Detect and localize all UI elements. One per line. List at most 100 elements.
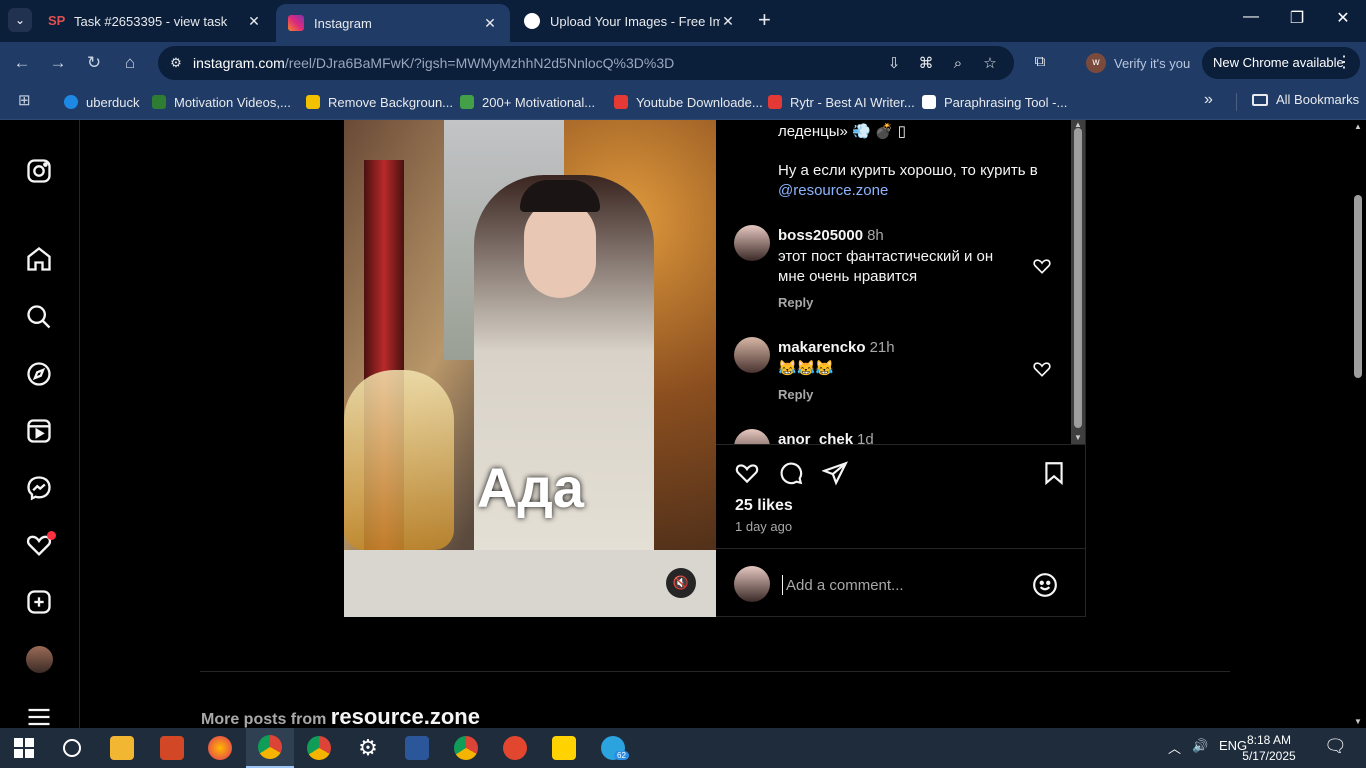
page-scrollbar[interactable]: ▲ ▼ [1350, 120, 1366, 728]
bookmark-favicon-icon [460, 95, 474, 109]
more-menu-icon[interactable] [25, 703, 53, 728]
volume-icon[interactable]: 🔊 [1192, 738, 1208, 754]
extensions-icon[interactable]: ⧉ [1030, 52, 1050, 72]
install-app-icon[interactable]: ⇩ [884, 54, 904, 74]
share-paper-plane-icon[interactable] [820, 460, 848, 486]
save-bookmark-icon[interactable] [1041, 460, 1067, 486]
file-explorer-icon[interactable] [98, 728, 146, 768]
like-heart-icon[interactable] [734, 460, 760, 486]
comments-scrollbar[interactable]: ▲ ▼ [1071, 120, 1085, 444]
bookmark-item[interactable]: uberduck [64, 92, 139, 112]
reply-button[interactable]: Reply [778, 295, 813, 310]
page-scroll-thumb[interactable] [1354, 195, 1362, 378]
messenger-icon[interactable] [25, 474, 53, 502]
tab-upload[interactable]: Upload Your Images - Free Imag ✕ [512, 0, 748, 42]
commenter-username[interactable]: boss205000 8h [778, 227, 884, 244]
mute-icon[interactable]: 🔇 [666, 568, 696, 598]
chrome-active-icon[interactable] [246, 728, 294, 768]
tab-task[interactable]: SP Task #2653395 - view task ✕ [36, 0, 274, 42]
tab-close-icon[interactable]: ✕ [482, 15, 498, 32]
bookmark-item[interactable]: Remove Backgroun... [306, 92, 453, 112]
apps-grid-icon[interactable]: ⊞ [18, 92, 36, 110]
chrome-profile-icon[interactable] [442, 728, 490, 768]
tab-title: Upload Your Images - Free Imag [550, 13, 720, 29]
bookmark-item[interactable]: Motivation Videos,... [152, 92, 291, 112]
reel-video[interactable]: Ада 🔇 [344, 120, 717, 617]
tab-search-button[interactable]: ⌄ [8, 8, 32, 32]
reels-icon[interactable] [25, 417, 53, 445]
home-button[interactable]: ⌂ [118, 51, 142, 75]
tray-chevron-icon[interactable]: ︿ [1168, 738, 1181, 757]
all-bookmarks-button[interactable]: All Bookmarks [1252, 92, 1359, 107]
page-scroll-down-icon[interactable]: ▼ [1354, 717, 1362, 726]
explore-icon[interactable] [25, 360, 53, 388]
commenter-avatar[interactable] [734, 429, 770, 444]
reload-button[interactable]: ↻ [82, 51, 106, 75]
translate-icon[interactable]: ⌘ [916, 54, 936, 74]
profile-avatar[interactable] [26, 646, 53, 673]
more-posts-account-link[interactable]: resource.zone [331, 704, 480, 728]
start-button[interactable] [0, 728, 48, 768]
new-chrome-button[interactable]: New Chrome available ⋮ [1202, 47, 1360, 79]
action-center-icon[interactable]: 🗨 [1324, 736, 1347, 757]
search-circle-icon[interactable] [48, 728, 96, 768]
commenter-username[interactable]: anor_chek 1d [778, 431, 874, 444]
home-icon[interactable] [25, 245, 53, 273]
likes-count[interactable]: 25 likes [735, 497, 793, 515]
commenter-avatar[interactable] [734, 225, 770, 261]
system-clock[interactable]: 8:18 AM 5/17/2025 [1228, 732, 1310, 764]
more-bookmarks-icon[interactable]: » [1204, 91, 1213, 109]
clock-date: 5/17/2025 [1242, 749, 1296, 763]
word-icon[interactable] [393, 728, 441, 768]
search-icon[interactable] [25, 303, 53, 331]
url-text[interactable]: instagram.com/reel/DJra6BaMFwK/?igsh=MWM… [193, 55, 674, 71]
add-comment-input[interactable] [782, 575, 1022, 595]
scroll-down-arrow-icon[interactable]: ▼ [1074, 433, 1082, 442]
bookmark-label: Motivation Videos,... [174, 94, 291, 110]
emoji-picker-icon[interactable] [1032, 572, 1058, 598]
like-comment-heart-icon[interactable] [1032, 359, 1052, 379]
site-info-icon[interactable]: ⚙ [166, 53, 186, 73]
minimize-button[interactable]: — [1228, 8, 1274, 26]
tab-close-icon[interactable]: ✕ [720, 13, 736, 30]
url-path: /reel/DJra6BaMFwK/?igsh=MWMyMzhhN2d5Nnlo… [284, 55, 675, 71]
create-post-icon[interactable] [25, 588, 53, 616]
commenter-username[interactable]: makarencko 21h [778, 339, 895, 356]
tab-favicon-icon: SP [48, 13, 66, 28]
comments-scroll-thumb[interactable] [1074, 128, 1082, 428]
telegram-unread-badge: 62 [614, 751, 629, 760]
bookmark-item[interactable]: Youtube Downloade... [614, 92, 763, 112]
tab-instagram[interactable]: Instagram ✕ [276, 4, 510, 42]
chrome-icon[interactable] [295, 728, 343, 768]
bookmark-item[interactable]: 200+ Motivational... [460, 92, 595, 112]
commenter-avatar[interactable] [734, 337, 770, 373]
back-button[interactable]: ← [10, 51, 34, 75]
bookmark-label: uberduck [86, 94, 140, 110]
tab-title: Instagram [314, 15, 372, 31]
bookmark-star-icon[interactable]: ☆ [980, 54, 1000, 74]
settings-gear-icon[interactable]: ⚙ [344, 728, 392, 768]
bookmark-item[interactable]: Rytr - Best AI Writer... [768, 92, 915, 112]
folder-icon [1252, 93, 1268, 106]
like-comment-heart-icon[interactable] [1032, 256, 1052, 276]
instagram-logo-icon[interactable] [25, 157, 53, 185]
firefox-icon[interactable] [196, 728, 244, 768]
comment-bubble-icon[interactable] [778, 460, 804, 486]
new-tab-button[interactable]: + [758, 8, 771, 32]
wps-office-icon[interactable] [491, 728, 539, 768]
wps-presentation-icon[interactable] [148, 728, 196, 768]
page-scroll-up-icon[interactable]: ▲ [1354, 122, 1362, 131]
verify-profile-button[interactable]: w Verify it's you [1080, 48, 1192, 78]
close-window-button[interactable]: ✕ [1320, 8, 1366, 28]
forward-button[interactable]: → [46, 51, 70, 75]
menu-dots-icon[interactable]: ⋮ [1336, 47, 1352, 79]
exness-icon[interactable] [540, 728, 588, 768]
reply-button[interactable]: Reply [778, 387, 813, 402]
zoom-icon[interactable]: ⌕ [948, 54, 968, 74]
caption-mention-link[interactable]: @resource.zone [778, 181, 1058, 201]
address-bar[interactable]: ⚙ instagram.com/reel/DJra6BaMFwK/?igsh=M… [158, 46, 1014, 80]
tab-close-icon[interactable]: ✕ [246, 13, 262, 30]
bookmark-item[interactable]: Paraphrasing Tool -... [922, 92, 1067, 112]
telegram-icon[interactable] [589, 728, 637, 768]
restore-button[interactable]: ❐ [1274, 8, 1320, 28]
